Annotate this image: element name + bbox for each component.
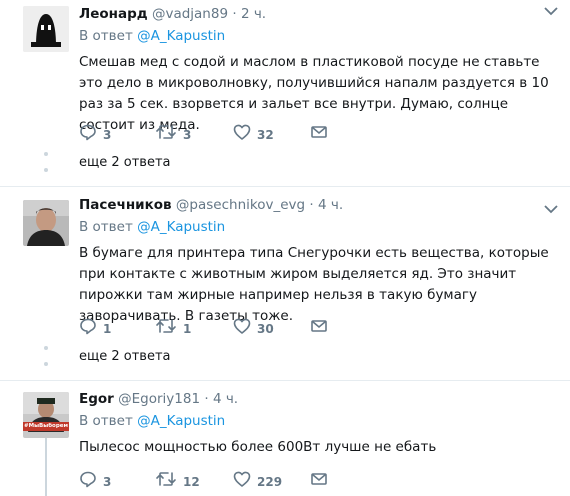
separator: ·	[204, 391, 209, 407]
tweet-1[interactable]: Леонард @vadjan89 · 2 ч. В ответ @A_Kapu…	[0, 0, 570, 180]
timestamp[interactable]: 2 ч.	[241, 6, 266, 22]
like-button[interactable]: 30	[233, 316, 274, 336]
reply-icon	[80, 318, 96, 335]
timestamp[interactable]: 4 ч.	[213, 391, 238, 407]
author-handle[interactable]: @pasechnikov_evg	[176, 197, 305, 213]
like-icon	[233, 471, 251, 487]
avatar-image	[23, 392, 69, 438]
tweet-actions: 3 12 229	[79, 469, 379, 489]
avatar-image	[23, 6, 69, 52]
retweet-button[interactable]: 1	[155, 316, 191, 336]
tweet-header: Egor @Egoriy181 · 4 ч.	[79, 390, 556, 408]
like-count: 30	[257, 322, 274, 336]
retweet-icon	[156, 319, 176, 333]
reply-icon	[80, 471, 96, 488]
tweet-actions: 3 3 32	[79, 122, 379, 142]
thread-dot	[44, 362, 48, 366]
reply-to-link[interactable]: @A_Kapustin	[137, 219, 225, 235]
reply-prefix: В ответ	[79, 413, 133, 429]
reply-count: 1	[103, 322, 112, 336]
reply-prefix: В ответ	[79, 219, 133, 235]
tweet-actions: 1 1 30	[79, 316, 379, 336]
reply-context: В ответ @A_Kapustin	[79, 27, 556, 45]
retweet-button[interactable]: 3	[155, 122, 191, 142]
avatar[interactable]	[23, 6, 69, 52]
thread-line	[45, 438, 47, 496]
like-icon	[233, 318, 251, 334]
author-name[interactable]: Леонард	[79, 6, 148, 22]
show-more-replies[interactable]: еще 2 ответа	[79, 349, 171, 364]
separator: ·	[232, 6, 237, 22]
reply-to-link[interactable]: @A_Kapustin	[137, 413, 225, 429]
avatar-image	[23, 200, 69, 246]
like-count: 32	[257, 128, 274, 142]
author-handle[interactable]: @vadjan89	[152, 6, 228, 22]
reply-context: В ответ @A_Kapustin	[79, 218, 556, 236]
tweet-text: Пылесос мощностью более 600Вт лучше не е…	[79, 439, 437, 455]
message-button[interactable]	[310, 469, 328, 489]
like-icon	[233, 124, 251, 140]
timestamp[interactable]: 4 ч.	[318, 197, 343, 213]
reply-prefix: В ответ	[79, 28, 133, 44]
tweet-header: Пасечников @pasechnikov_evg · 4 ч.	[79, 196, 556, 214]
author-name[interactable]: Egor	[79, 391, 114, 407]
message-icon	[311, 320, 327, 332]
like-button[interactable]: 229	[233, 469, 282, 489]
retweet-button[interactable]: 12	[155, 469, 200, 489]
avatar-badge: #МыВыборем	[23, 423, 68, 429]
retweet-count: 12	[183, 475, 200, 489]
chevron-down-icon[interactable]	[544, 204, 558, 214]
message-button[interactable]	[310, 316, 328, 336]
tweet-2[interactable]: Пасечников @pasechnikov_evg · 4 ч. В отв…	[0, 192, 570, 372]
message-icon	[311, 473, 327, 485]
thread-dot	[44, 152, 48, 156]
retweet-count: 3	[183, 128, 192, 142]
reply-button[interactable]: 3	[79, 122, 111, 142]
avatar[interactable]: #МыВыборем	[23, 392, 69, 438]
message-icon	[311, 126, 327, 138]
chevron-down-icon[interactable]	[544, 6, 558, 16]
message-button[interactable]	[310, 122, 328, 142]
reply-count: 3	[103, 128, 112, 142]
like-count: 229	[257, 475, 283, 489]
retweet-icon	[156, 125, 176, 139]
retweet-count: 1	[183, 322, 192, 336]
reply-to-link[interactable]: @A_Kapustin	[137, 28, 225, 44]
retweet-icon	[156, 472, 176, 486]
thread-dot	[44, 346, 48, 350]
reply-icon	[80, 124, 96, 141]
reply-context: В ответ @A_Kapustin	[79, 412, 556, 430]
tweet-header: Леонард @vadjan89 · 2 ч.	[79, 5, 556, 23]
divider	[0, 380, 570, 381]
show-more-replies[interactable]: еще 2 ответа	[79, 155, 171, 170]
tweet-text: В бумаге для принтера типа Снегурочки ес…	[79, 245, 553, 324]
thread-dot	[44, 168, 48, 172]
separator: ·	[309, 197, 314, 213]
reply-count: 3	[103, 475, 112, 489]
divider	[0, 186, 570, 187]
reply-button[interactable]: 3	[79, 469, 111, 489]
avatar[interactable]	[23, 200, 69, 246]
author-name[interactable]: Пасечников	[79, 197, 172, 213]
author-handle[interactable]: @Egoriy181	[118, 391, 200, 407]
reply-button[interactable]: 1	[79, 316, 111, 336]
like-button[interactable]: 32	[233, 122, 274, 142]
